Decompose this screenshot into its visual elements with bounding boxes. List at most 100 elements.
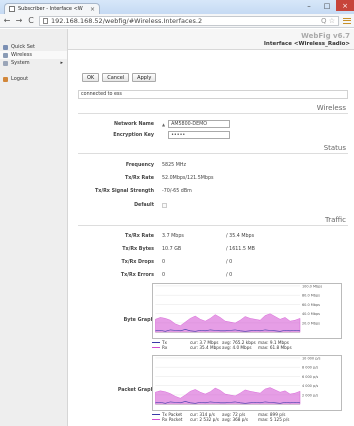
frequency-row: Frequency 5825 MHz (78, 160, 348, 170)
txrx-rate-status-row: Tx/Rx Rate 52.0Mbps/121.5Mbps (78, 173, 348, 183)
network-name-input[interactable]: AM5800-DEMO (168, 120, 231, 128)
address-bar: ← → C 192.168.168.52/webfig/#Wireless.In… (0, 14, 354, 28)
traffic-bytes-tx: 10.7 GB (162, 246, 182, 252)
close-icon[interactable]: × (90, 6, 95, 13)
traffic-errors-label: Tx/Rx Errors (120, 272, 154, 278)
chevron-right-icon: ▸ (60, 60, 63, 66)
y-tick-label: 20.0 Mbps (302, 321, 320, 325)
legend-row-rx: Rx cur: 35.4 Mbps avg: 4.0 Mbps max: 61.… (152, 345, 348, 350)
legend-cur: cur: 35.4 Mbps (190, 345, 222, 350)
frequency-label: Frequency (125, 162, 154, 168)
section-traffic: Traffic (78, 215, 348, 226)
page-icon (43, 17, 48, 24)
maximize-button[interactable]: □ (318, 0, 336, 11)
cancel-button[interactable]: Cancel (102, 73, 130, 82)
reload-icon[interactable]: C (27, 16, 35, 25)
y-tick-label: 2 000 p/s (302, 393, 318, 397)
encryption-key-row: Encryption Key ▲ ••••• (78, 130, 348, 140)
traffic-row: Tx/Rx Rate 3.7 Mbps / 35.4 Mbps (78, 231, 348, 241)
traffic-errors-tx: 0 (162, 272, 166, 278)
traffic-row: Tx/Rx Errors 0 / 0 (78, 270, 348, 280)
byte-graph: 100.0 Mbps 80.0 Mbps 60.0 Mbps 40.0 Mbps 20.… (152, 283, 342, 339)
y-tick-label: 4 000 p/s (302, 384, 318, 388)
traffic-drops-tx: 0 (162, 259, 166, 265)
sidebar-item-label: System (11, 60, 30, 66)
ok-button[interactable]: OK (82, 73, 100, 82)
section-wireless: Wireless (78, 103, 348, 114)
sidebar-item-quickset[interactable]: Quick Set (0, 43, 67, 51)
y-tick-label: 8 000 p/s (302, 366, 318, 370)
legend-avg: avg: 4.0 Mbps (222, 345, 252, 350)
y-tick-label: 100.0 Mbps (302, 284, 322, 288)
network-name-row: Network Name ▲ AM5800-DEMO (78, 119, 348, 129)
wireless-icon (3, 52, 8, 58)
traffic-rate-rx: / 35.4 Mbps (226, 233, 255, 239)
tx-swatch (152, 414, 160, 415)
legend-row-rx: Rx Packet cur: 2 532 p/s avg: 368 p/s ma… (152, 417, 348, 422)
traffic-errors-rx: / 0 (226, 272, 233, 278)
txrx-rate-value: 52.0Mbps/121.5Mbps (162, 175, 214, 181)
url-input[interactable]: 192.168.168.52/webfig/#Wireless.Interfac… (39, 15, 339, 26)
y-tick-label: 10 000 p/s (302, 356, 321, 360)
traffic-row: Tx/Rx Drops 0 / 0 (78, 257, 348, 267)
signal-strength-label: Tx/Rx Signal Strength (95, 188, 154, 194)
traffic-bytes-rx: / 1611.5 MB (226, 246, 255, 252)
close-window-button[interactable]: × (336, 0, 354, 11)
section-title: Status (323, 144, 346, 152)
browser-titlebar: Subscriber - Interface <W × – □ × (0, 0, 354, 14)
webfig-brand: WebFig v6.7 (301, 32, 350, 40)
legend-name: Rx (162, 345, 168, 350)
traffic-rate-label: Tx/Rx Rate (124, 233, 154, 239)
packet-graph: 10 000 p/s 8 000 p/s 6 000 p/s 4 000 p/s 2 0… (152, 355, 342, 411)
default-row: Default (78, 200, 348, 210)
rx-swatch (152, 419, 160, 420)
byte-graph-label: Byte Graph (123, 318, 154, 323)
traffic-bytes-label: Tx/Rx Bytes (122, 246, 154, 252)
sidebar: Quick Set Wireless System ▸ Logout (0, 29, 68, 426)
url-text: 192.168.168.52/webfig/#Wireless.Interfac… (51, 16, 203, 25)
y-tick-label: 6 000 p/s (302, 375, 318, 379)
section-title: Traffic (324, 216, 346, 224)
network-name-label: Network Name (113, 121, 154, 127)
traffic-drops-rx: / 0 (226, 259, 233, 265)
back-icon[interactable]: ← (3, 16, 11, 25)
zoom-icon[interactable]: Q ☆ (321, 17, 335, 25)
txrx-rate-label: Tx/Rx Rate (124, 175, 154, 181)
menu-icon[interactable] (343, 17, 351, 25)
minimize-button[interactable]: – (300, 0, 318, 11)
byte-graph-legend: Tx cur: 3.7 Mbps avg: 765.2 kbps max: 9.… (152, 340, 348, 350)
y-tick-label: 80.0 Mbps (302, 294, 320, 298)
forward-icon[interactable]: → (15, 16, 23, 25)
frequency-value: 5825 MHz (162, 162, 186, 168)
dropdown-marker-icon: ▲ (162, 121, 166, 127)
packet-graph-label: Packet Graph (117, 388, 154, 393)
section-status: Status (78, 143, 348, 154)
y-tick-label: 60.0 Mbps (302, 303, 320, 307)
sidebar-item-logout[interactable]: Logout (0, 75, 67, 83)
apply-button[interactable]: Apply (132, 73, 157, 82)
encryption-key-label: Encryption Key (113, 132, 154, 138)
traffic-rate-tx: 3.7 Mbps (162, 233, 184, 239)
traffic-row: Tx/Rx Bytes 10.7 GB / 1611.5 MB (78, 244, 348, 254)
browser-tab[interactable]: Subscriber - Interface <W × (4, 3, 100, 14)
section-title: Wireless (316, 104, 346, 112)
sidebar-item-system[interactable]: System ▸ (0, 59, 67, 67)
sidebar-item-wireless[interactable]: Wireless (0, 51, 67, 59)
legend-name: Rx Packet (162, 417, 183, 422)
legend-max: max: 61.8 Mbps (258, 345, 292, 350)
tab-title: Subscriber - Interface <W (18, 6, 83, 12)
packet-graph-legend: Tx Packet cur: 314 p/s avg: 72 p/s max: … (152, 412, 348, 422)
tx-swatch (152, 342, 160, 343)
quickset-icon (3, 44, 8, 50)
legend-cur: cur: 2 532 p/s (190, 417, 219, 422)
default-checkbox[interactable] (162, 202, 167, 208)
system-icon (3, 60, 8, 66)
rx-swatch (152, 347, 160, 348)
encryption-key-input[interactable]: ••••• (168, 131, 231, 139)
logout-icon (3, 76, 8, 82)
traffic-drops-label: Tx/Rx Drops (121, 259, 154, 265)
y-tick-label: 40.0 Mbps (302, 312, 320, 316)
sidebar-item-label: Logout (11, 76, 29, 82)
page-title: Interface <Wireless_Radio> (263, 41, 350, 47)
signal-strength-row: Tx/Rx Signal Strength -70/-65 dBm (78, 186, 348, 196)
